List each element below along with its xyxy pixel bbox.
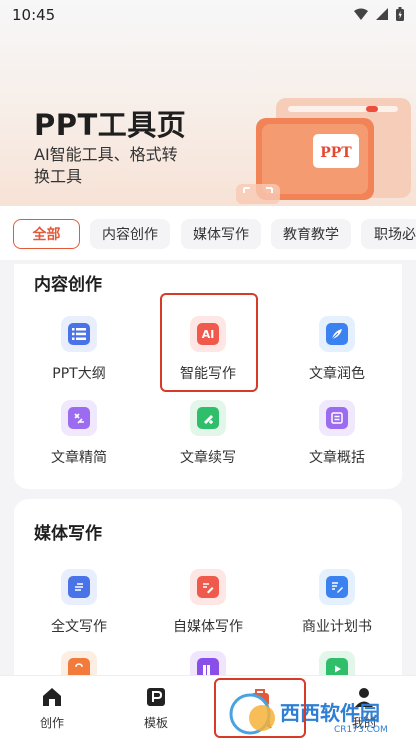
wifi-icon [354, 8, 368, 20]
nav-template[interactable]: 模板 [104, 676, 208, 740]
page-title: PPT工具页 [34, 108, 187, 142]
tab-all[interactable]: 全部 [13, 219, 80, 249]
document-icon [61, 569, 97, 605]
tool-label: 文章续写 [180, 450, 236, 466]
tool-business-plan[interactable]: 商业计划书 [282, 569, 392, 649]
tool-self-media-writing[interactable]: 自媒体写作 [153, 569, 263, 649]
tool-article-condense[interactable]: 文章精简 [24, 400, 134, 480]
status-bar: 10:45 [0, 0, 416, 30]
smart-writing-highlight [160, 293, 258, 392]
outline-list-icon [61, 316, 97, 352]
tool-label: 全文写作 [51, 619, 107, 635]
feather-icon [319, 316, 355, 352]
category-tabs: 全部 内容创作 媒体写作 教育教学 职场必 [0, 206, 416, 260]
plan-doc-icon [319, 569, 355, 605]
tab-workplace[interactable]: 职场必 [361, 219, 416, 249]
section-title: 内容创作 [34, 275, 102, 295]
tab-media-writing[interactable]: 媒体写作 [181, 219, 261, 249]
summary-icon [319, 400, 355, 436]
tools-tab-highlight [214, 678, 306, 738]
tool-ppt-outline[interactable]: PPT大纲 [24, 316, 134, 396]
tool-article-summary[interactable]: 文章概括 [282, 400, 392, 480]
section-media-writing: 媒体写作 全文写作 自媒体写作 商业计划书 [14, 499, 402, 699]
nav-label: 创作 [39, 716, 64, 730]
signal-icon [376, 8, 388, 20]
nav-label: 模板 [143, 716, 168, 730]
tool-label: 自媒体写作 [173, 619, 243, 635]
continue-write-icon [190, 400, 226, 436]
ppt-illustration-icon: PPT [236, 98, 411, 204]
tool-label: 文章概括 [309, 450, 365, 466]
edit-doc-icon [190, 569, 226, 605]
tab-content-creation[interactable]: 内容创作 [90, 219, 170, 249]
compress-icon [61, 400, 97, 436]
tool-label: 文章精简 [51, 450, 107, 466]
tool-article-polish[interactable]: 文章润色 [282, 316, 392, 396]
tool-label: 商业计划书 [302, 619, 372, 635]
tool-label: PPT大纲 [52, 366, 106, 382]
section-title: 媒体写作 [34, 524, 102, 544]
home-icon [43, 688, 61, 706]
tool-article-continue[interactable]: 文章续写 [153, 400, 263, 480]
status-time: 10:45 [12, 6, 56, 24]
tool-full-writing[interactable]: 全文写作 [24, 569, 134, 649]
hero-banner: PPT工具页 AI智能工具、格式转换工具 PPT [0, 0, 416, 206]
tab-education[interactable]: 教育教学 [271, 219, 351, 249]
svg-text:CR173.COM: CR173.COM [334, 725, 388, 735]
nav-create[interactable]: 创作 [0, 676, 104, 740]
page-subtitle: AI智能工具、格式转换工具 [34, 145, 178, 186]
ppt-badge: PPT [320, 145, 352, 161]
template-icon [147, 688, 165, 706]
battery-icon [396, 7, 404, 21]
tool-label: 文章润色 [309, 366, 365, 382]
